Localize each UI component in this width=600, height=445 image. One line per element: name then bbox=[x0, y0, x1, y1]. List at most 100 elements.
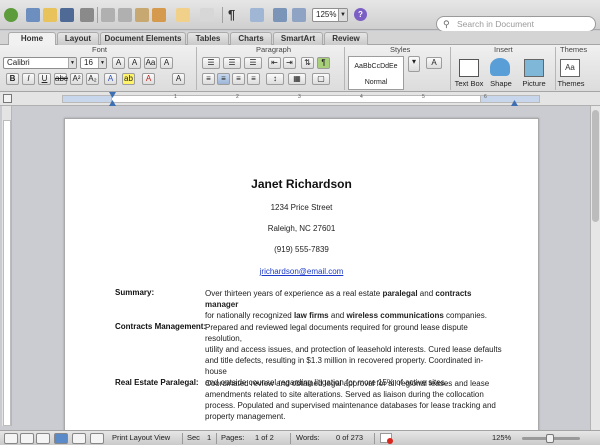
save-icon[interactable] bbox=[60, 8, 74, 22]
notebook-view-button[interactable] bbox=[72, 433, 86, 444]
shape-icon[interactable] bbox=[490, 58, 510, 76]
horizontal-ruler[interactable] bbox=[62, 95, 540, 103]
underline-button[interactable]: U bbox=[38, 73, 51, 85]
shading-button[interactable]: ▦ bbox=[288, 73, 306, 85]
draft-view-button[interactable] bbox=[4, 433, 18, 444]
superscript-button[interactable]: A² bbox=[70, 73, 83, 85]
redo-icon[interactable] bbox=[200, 8, 214, 22]
text-effects-button[interactable]: A bbox=[104, 73, 117, 85]
spelling-check-icon[interactable] bbox=[380, 433, 393, 444]
themes-icon[interactable]: Aa bbox=[560, 59, 580, 77]
font-name-value: Calibri bbox=[7, 58, 30, 67]
tab-smartart[interactable]: SmartArt bbox=[273, 32, 323, 45]
open-folder-icon[interactable] bbox=[43, 8, 57, 22]
outline-view-button[interactable] bbox=[20, 433, 34, 444]
increase-indent-button[interactable]: ⇥ bbox=[283, 57, 296, 69]
vertical-ruler[interactable] bbox=[2, 106, 12, 426]
group-label-themes: Themes bbox=[560, 45, 588, 54]
help-icon[interactable]: ? bbox=[354, 8, 367, 21]
italic-button[interactable]: I bbox=[22, 73, 35, 85]
strikethrough-button[interactable]: abc bbox=[54, 73, 68, 85]
tab-charts[interactable]: Charts bbox=[230, 32, 272, 45]
tab-layout[interactable]: Layout bbox=[57, 32, 99, 45]
grow-font-button[interactable]: A bbox=[112, 57, 125, 69]
borders-button[interactable]: ▢ bbox=[312, 73, 330, 85]
numbering-button[interactable]: ☰ bbox=[223, 57, 241, 69]
spelling-error-indicator bbox=[387, 438, 393, 444]
style-sample: AaBbCcDdEe bbox=[354, 63, 398, 70]
cut-icon[interactable] bbox=[101, 8, 115, 22]
document-page[interactable]: Janet Richardson 1234 Price Street Ralei… bbox=[64, 118, 539, 438]
sort-button[interactable]: ⇅ bbox=[301, 57, 314, 69]
copy-icon[interactable] bbox=[118, 8, 132, 22]
sidebar-icon[interactable] bbox=[250, 8, 264, 22]
ruler-number: 4 bbox=[360, 94, 363, 100]
group-separator bbox=[196, 47, 197, 90]
email-link[interactable]: jrichardson@email.com bbox=[260, 267, 344, 276]
font-size-select[interactable]: 16 ▼ bbox=[80, 57, 107, 69]
decrease-indent-button[interactable]: ⇤ bbox=[268, 57, 281, 69]
picture-icon[interactable] bbox=[524, 59, 544, 77]
bold-run: paralegal bbox=[382, 289, 418, 298]
zoom-select[interactable]: 125% ▼ bbox=[312, 8, 348, 22]
show-formatting-icon[interactable]: ¶ bbox=[228, 8, 242, 22]
section-label-summary: Summary: bbox=[115, 288, 155, 297]
toolbox-icon[interactable] bbox=[273, 8, 287, 22]
document-canvas[interactable]: Janet Richardson 1234 Price Street Ralei… bbox=[12, 106, 590, 438]
subscript-button[interactable]: A₂ bbox=[86, 73, 99, 85]
multilevel-list-button[interactable]: ☰ bbox=[244, 57, 262, 69]
font-color-button[interactable]: A bbox=[142, 73, 155, 85]
styles-pane-button[interactable]: A bbox=[426, 57, 442, 69]
group-label-insert: Insert bbox=[494, 45, 513, 54]
gallery-icon[interactable] bbox=[26, 8, 40, 22]
text-box-direction-button[interactable]: ¶ bbox=[317, 57, 330, 69]
align-right-button[interactable]: ≡ bbox=[232, 73, 245, 85]
new-document-icon[interactable] bbox=[4, 8, 18, 22]
print-layout-view-button[interactable] bbox=[54, 433, 68, 444]
section-label-contracts: Contracts Management: bbox=[115, 322, 207, 331]
tab-document-elements[interactable]: Document Elements bbox=[100, 32, 186, 45]
change-case-button[interactable]: Aa bbox=[144, 57, 157, 69]
paste-icon[interactable] bbox=[135, 8, 149, 22]
align-left-button[interactable]: ≡ bbox=[202, 73, 215, 85]
undo-icon[interactable] bbox=[176, 8, 190, 22]
text-box-label: Text Box bbox=[454, 79, 484, 88]
print-icon[interactable] bbox=[80, 8, 94, 22]
pages-value: 1 of 2 bbox=[255, 433, 274, 442]
text-effects-menu-button[interactable]: A bbox=[172, 73, 185, 85]
clear-formatting-button[interactable]: A bbox=[160, 57, 173, 69]
bold-button[interactable]: B bbox=[6, 73, 19, 85]
search-placeholder: Search in Document bbox=[457, 19, 535, 29]
group-separator bbox=[344, 47, 345, 90]
styles-gallery-scroll-button[interactable]: ▾ bbox=[408, 56, 420, 72]
tab-review[interactable]: Review bbox=[324, 32, 368, 45]
phone-number: (919) 555-7839 bbox=[274, 245, 329, 254]
shape-label: Shape bbox=[490, 79, 512, 88]
search-input[interactable]: ⚲ Search in Document bbox=[436, 16, 596, 32]
shrink-font-button[interactable]: A bbox=[128, 57, 141, 69]
text-box-icon[interactable] bbox=[459, 59, 479, 77]
styles-gallery[interactable]: AaBbCcDdEe Normal bbox=[348, 56, 404, 90]
vertical-scrollbar[interactable] bbox=[590, 106, 600, 430]
full-screen-view-button[interactable] bbox=[90, 433, 104, 444]
font-name-select[interactable]: Calibri ▼ bbox=[3, 57, 77, 69]
line-spacing-button[interactable]: ↕ bbox=[266, 73, 284, 85]
status-zoom-value: 125% bbox=[492, 433, 512, 442]
tab-home[interactable]: Home bbox=[8, 32, 56, 45]
standard-toolbar: ¶ 125% ▼ ? ⚲ Search in Document bbox=[0, 0, 600, 32]
publishing-layout-view-button[interactable] bbox=[36, 433, 50, 444]
bold-run: wireless communications bbox=[346, 311, 444, 320]
group-label-paragraph: Paragraph bbox=[256, 45, 292, 54]
media-browser-icon[interactable] bbox=[292, 8, 306, 22]
justify-button[interactable]: ≡ bbox=[247, 73, 260, 85]
format-painter-icon[interactable] bbox=[152, 8, 166, 22]
bullets-button[interactable]: ☰ bbox=[202, 57, 220, 69]
highlight-button[interactable]: ab bbox=[122, 73, 135, 85]
zoom-slider-knob[interactable] bbox=[546, 434, 554, 443]
tab-stop-selector-icon[interactable] bbox=[3, 94, 12, 103]
align-center-button[interactable]: ≡ bbox=[217, 73, 230, 85]
section-label-paralegal: Real Estate Paralegal: bbox=[115, 378, 199, 387]
scrollbar-thumb[interactable] bbox=[592, 110, 599, 222]
tab-tables[interactable]: Tables bbox=[187, 32, 229, 45]
ribbon: Font Paragraph Styles Insert Themes Cali… bbox=[0, 45, 600, 92]
